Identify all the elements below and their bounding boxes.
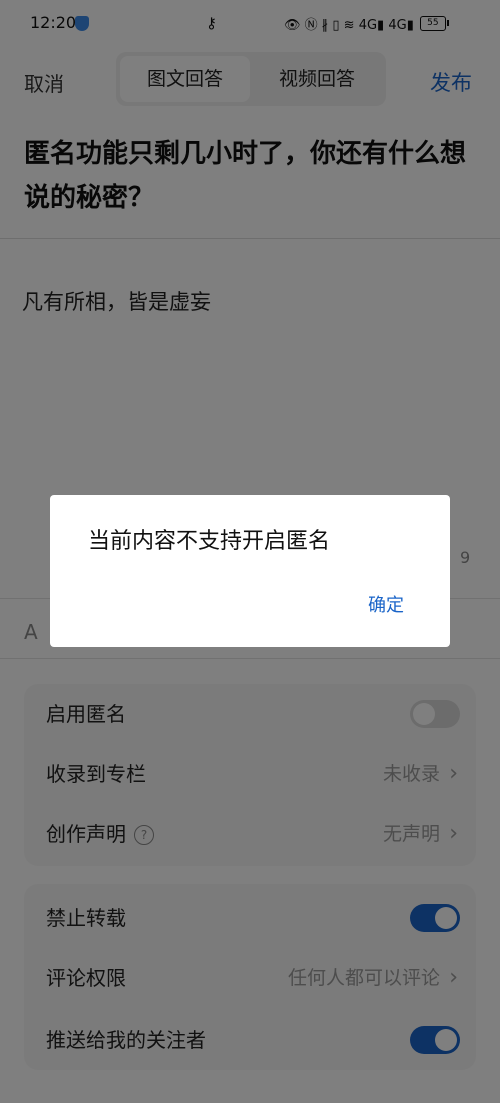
dialog-message: 当前内容不支持开启匿名 <box>88 529 331 554</box>
confirm-button[interactable]: 确定 <box>368 591 404 617</box>
alert-dialog: 当前内容不支持开启匿名 确定 <box>50 495 450 647</box>
